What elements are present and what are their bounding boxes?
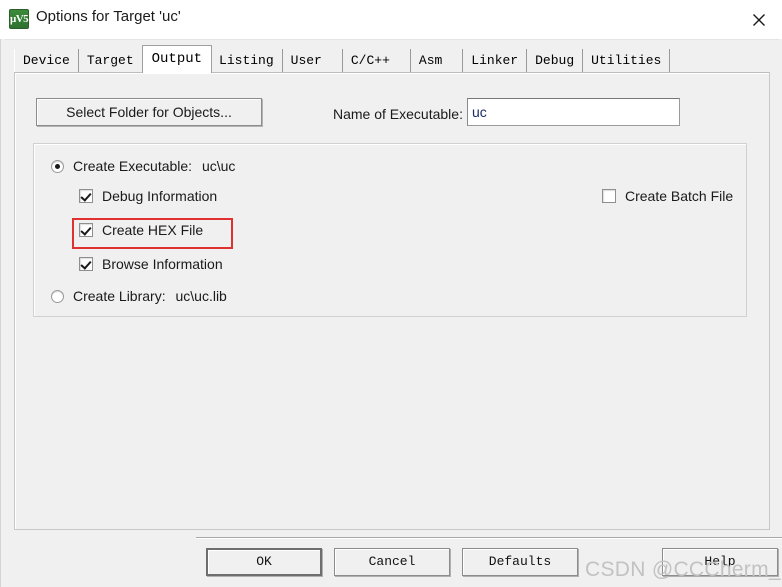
create-batch-file-checkbox[interactable]: Create Batch File <box>602 188 733 204</box>
tab-listing[interactable]: Listing <box>211 49 283 73</box>
close-icon <box>753 14 765 26</box>
debug-information-checkbox[interactable]: Debug Information <box>79 188 217 204</box>
radio-selected-icon <box>51 159 64 173</box>
browse-information-checkbox[interactable]: Browse Information <box>79 256 223 272</box>
browse-information-label: Browse Information <box>102 256 223 272</box>
tab-asm[interactable]: Asm <box>410 49 464 73</box>
tab-target[interactable]: Target <box>78 49 143 73</box>
tab-device[interactable]: Device <box>14 49 79 73</box>
create-executable-path: uc\uc <box>201 158 236 174</box>
window-title: Options for Target 'uc' <box>36 8 181 25</box>
checkbox-unchecked-icon <box>602 189 616 203</box>
debug-information-label: Debug Information <box>102 188 218 204</box>
window-left-frame <box>0 39 5 587</box>
tab-utilities[interactable]: Utilities <box>583 49 671 73</box>
create-executable-label: Create Executable: <box>73 158 193 174</box>
close-button[interactable] <box>736 0 782 38</box>
ok-button[interactable]: OK <box>206 548 322 576</box>
create-library-path: uc\uc.lib <box>175 288 227 304</box>
create-batch-file-label: Create Batch File <box>625 188 734 204</box>
output-options-group: Create Executable: uc\uc Debug Informati… <box>33 143 747 317</box>
title-bar: μV5 Options for Target 'uc' <box>0 0 782 40</box>
tab-strip: Device Target Output Listing User C/C++ … <box>14 45 671 73</box>
create-executable-radio[interactable]: Create Executable: uc\uc <box>51 158 235 174</box>
name-of-executable-input[interactable] <box>467 98 680 126</box>
create-library-radio[interactable]: Create Library: uc\uc.lib <box>51 288 227 304</box>
bottom-separator-highlight <box>196 538 782 539</box>
output-tab-page: Select Folder for Objects... Name of Exe… <box>14 72 770 530</box>
defaults-button[interactable]: Defaults <box>462 548 578 576</box>
cancel-button[interactable]: Cancel <box>334 548 450 576</box>
tab-linker[interactable]: Linker <box>463 49 528 73</box>
checkbox-checked-icon <box>79 223 93 237</box>
radio-unselected-icon <box>51 289 64 303</box>
select-folder-for-objects-button[interactable]: Select Folder for Objects... <box>36 98 262 126</box>
options-for-target-dialog: μV5 Options for Target 'uc' Device Targe… <box>0 0 782 587</box>
tab-debug[interactable]: Debug <box>527 49 584 73</box>
tab-user[interactable]: User <box>282 49 343 73</box>
keil-uvision-icon-glyph: μV5 <box>10 13 29 25</box>
checkbox-checked-icon <box>79 257 93 271</box>
help-button[interactable]: Help <box>662 548 778 576</box>
tab-c-cpp[interactable]: C/C++ <box>342 49 411 73</box>
create-hex-file-label: Create HEX File <box>102 222 204 238</box>
keil-uvision-icon: μV5 <box>9 9 29 29</box>
checkbox-checked-icon <box>79 189 93 203</box>
create-library-label: Create Library: <box>73 288 166 304</box>
name-of-executable-label: Name of Executable: <box>333 106 463 122</box>
create-hex-file-checkbox[interactable]: Create HEX File <box>79 222 203 238</box>
tab-output[interactable]: Output <box>141 45 213 73</box>
